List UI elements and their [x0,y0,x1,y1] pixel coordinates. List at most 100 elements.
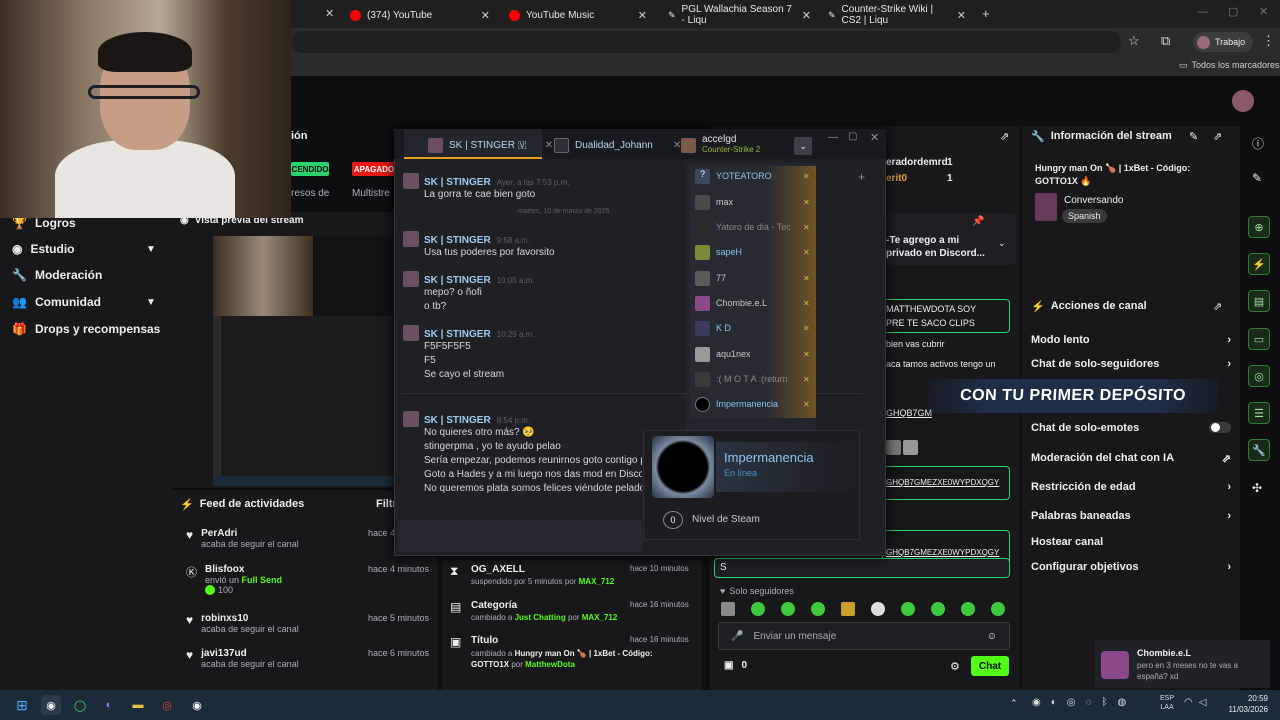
tray-icon[interactable]: ◉ [1032,697,1041,708]
rail-broadcast-icon[interactable]: ◎ [1248,365,1270,387]
close-icon[interactable]: ✕ [802,9,811,22]
chat-button[interactable]: Chat [971,656,1009,676]
status-badge-off[interactable]: APAGADO [352,162,396,176]
info-icon[interactable]: ⓘ [1252,135,1264,152]
rail-chat-icon[interactable]: ▭ [1248,328,1270,350]
edit-icon[interactable]: ✎ [1189,130,1198,143]
message-author[interactable]: SK | STINGER [424,415,491,426]
nav-item-moderacion[interactable]: 🔧 Moderación [12,268,102,282]
rail-target-icon[interactable]: ⊕ [1248,216,1270,238]
steam-chat-tab[interactable]: Dualidad_Johann ✕ [554,134,681,156]
extensions-icon[interactable]: ✣ [1252,481,1262,495]
popout-icon[interactable]: ⇗ [1000,130,1009,143]
friend-item[interactable]: aqu1nex ✕ [695,344,815,364]
avatar[interactable] [403,173,419,189]
chrome-icon[interactable]: ◎ [157,695,177,715]
avatar[interactable] [403,271,419,287]
emote-icon[interactable] [931,602,945,616]
rail-queue-icon[interactable]: ☰ [1248,402,1270,424]
bluetooth-icon[interactable]: ᛒ [1101,697,1107,708]
emote-icon[interactable] [811,602,825,616]
action-ai-moderation[interactable]: Moderación del chat con IA ⇗ [1031,452,1231,465]
friend-item[interactable]: Impermanencia ✕ [695,394,815,414]
message-author[interactable]: SK | STINGER [424,329,491,340]
close-icon[interactable]: ✕ [803,299,810,308]
extensions-icon[interactable]: ⧉ [1161,33,1170,49]
browser-tab[interactable]: ✎ Counter-Strike Wiki | CS2 | Liqu ✕ [822,4,972,26]
nav-item-drops[interactable]: 🎁 Drops y recompensas [12,322,160,336]
close-icon[interactable]: ✕ [803,274,810,283]
user-avatar[interactable] [1232,90,1254,112]
activity-name[interactable]: robinxs10 [201,613,299,624]
emote-icon[interactable] [871,602,885,616]
window-close-icon[interactable]: ✕ [870,131,879,144]
new-tab-icon[interactable]: + [982,6,990,21]
edit-icon[interactable]: ✎ [1252,171,1262,185]
emote-icon[interactable] [781,602,795,616]
action-banned-words[interactable]: Palabras baneadas › [1031,510,1231,522]
action-host-channel[interactable]: Hostear canal [1031,536,1231,548]
friend-item[interactable]: max ✕ [695,192,815,212]
chatter-name[interactable]: erit0 [886,173,907,184]
system-icons[interactable]: ◠ ◁ [1184,697,1206,708]
action-emote-only[interactable]: Chat de solo-emotes [1031,422,1231,434]
emote-icon[interactable] [961,602,975,616]
steam-message-input[interactable] [398,520,642,552]
language-indicator[interactable]: ESP LAA [1160,694,1174,712]
nav-item-logros[interactable]: 🏆 Logros [12,216,76,230]
maximize-icon[interactable]: ▢ [1228,5,1238,18]
friend-item[interactable]: :( M O T A :(return ✕ [695,369,815,389]
emote-icon[interactable] [751,602,765,616]
close-icon[interactable]: ✕ [803,223,810,232]
action-age-restriction[interactable]: Restricción de edad › [1031,481,1231,493]
modlog-name[interactable]: Título [471,635,498,646]
chat-input-suggest[interactable] [714,558,1010,578]
friend-item[interactable]: sapeH ✕ [695,242,815,262]
rail-wrench-icon[interactable]: 🔧 [1248,439,1270,461]
category-thumbnail[interactable] [1035,193,1057,221]
emote-icon[interactable] [721,602,735,616]
profile-name[interactable]: Impermanencia [724,450,814,465]
close-icon[interactable]: ✕ [803,350,810,359]
window-close-icon[interactable]: ✕ [1259,5,1268,18]
popout-icon[interactable]: ⇗ [1213,130,1222,143]
close-icon[interactable]: ✕ [803,248,810,257]
friend-item[interactable]: Chombie.e.L ✕ [695,293,815,313]
obs-icon[interactable]: ◉ [187,695,207,715]
activity-name[interactable]: PerAdri [201,528,299,539]
star-icon[interactable]: ☆ [1128,33,1140,49]
message-author[interactable]: SK | STINGER [424,177,491,188]
close-icon[interactable]: ✕ [803,375,810,384]
windows-start-icon[interactable]: ⊞ [12,695,32,715]
friend-item[interactable]: Yatoro de dia - Tec ✕ [695,217,815,237]
close-icon[interactable]: ✕ [803,198,810,207]
add-friend-icon[interactable]: + [858,170,865,184]
chevron-down-icon[interactable]: ⌄ [998,238,1006,249]
rail-bolt-icon[interactable]: ⚡ [1248,253,1270,275]
friend-item[interactable]: ? YOTEATORO ✕ [695,166,815,186]
avatar[interactable] [403,411,419,427]
emote-icon[interactable] [841,602,855,616]
address-input[interactable] [291,31,1121,53]
profile-avatar[interactable] [652,436,714,498]
close-icon[interactable]: ✕ [545,140,553,151]
steam-icon[interactable]: ◉ [41,695,61,715]
tray-icon[interactable]: ◐ [1051,697,1057,708]
emoji-icon[interactable]: ☺ [987,631,997,642]
points-counter[interactable]: ▣ 0 [724,660,747,671]
stream-preview[interactable] [213,236,395,486]
profile-button[interactable]: Trabajo [1193,32,1254,52]
menu-icon[interactable]: ⋮ [1262,33,1275,49]
browser-tab[interactable]: ✎ PGL Wallachia Season 7 - Liqu ✕ [662,4,817,26]
tray-icon[interactable]: ◌ [1086,697,1092,708]
category-name[interactable]: Conversando [1064,195,1123,206]
chevron-down-icon[interactable]: ⌄ [794,137,812,155]
clock[interactable]: 20:59 11/03/2026 [1224,693,1268,715]
tray-icon[interactable]: ◎ [1067,697,1076,708]
close-icon[interactable]: ✕ [325,7,334,20]
discord-icon[interactable]: ◐ [99,695,119,715]
activity-name[interactable]: javi137ud [201,648,299,659]
modlog-name[interactable]: Categoría [471,600,517,611]
rail-doc-icon[interactable]: ▤ [1248,290,1270,312]
close-icon[interactable]: ✕ [673,140,681,151]
